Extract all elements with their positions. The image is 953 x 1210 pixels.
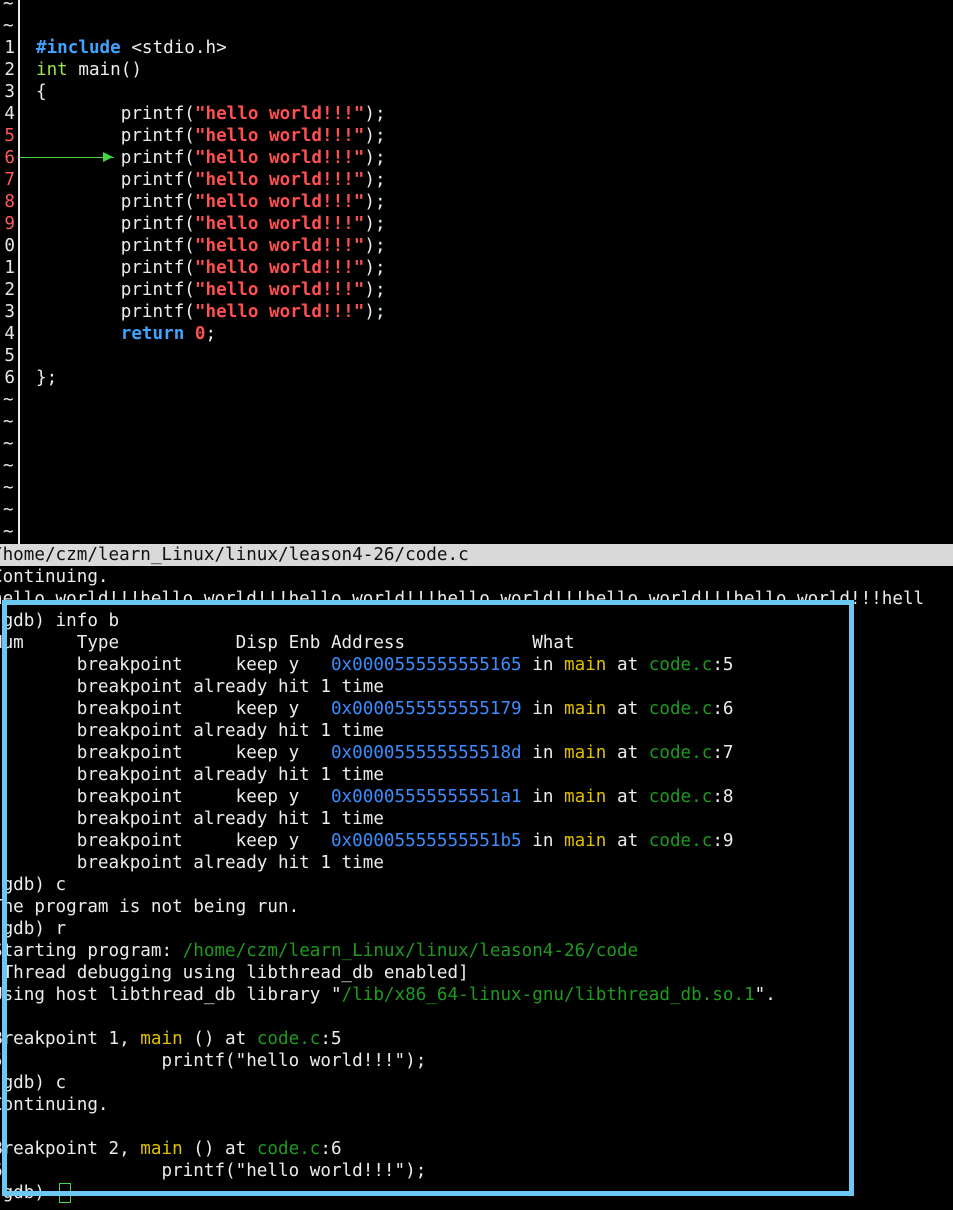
source-status-bar: /home/czm/learn_Linux/linux/leason4-26/c… xyxy=(0,544,953,566)
highlight-frame xyxy=(2,600,854,1196)
line-number-breakpoint: 7 xyxy=(4,170,15,190)
token-text: ); xyxy=(364,104,386,124)
token-str: "hello world!!!" xyxy=(194,126,365,146)
token-text: printf( xyxy=(36,258,195,278)
code-line: printf("hello world!!!"); xyxy=(36,169,386,191)
token-text: printf( xyxy=(36,214,195,234)
line-number: 5 xyxy=(4,346,15,366)
line-number: 2 xyxy=(4,60,15,80)
token-num: 0 xyxy=(194,324,206,344)
token-str: "hello world!!!" xyxy=(194,236,365,256)
token-text: printf( xyxy=(36,192,195,212)
code-line: printf("hello world!!!"); xyxy=(36,125,386,147)
token-text: main() xyxy=(67,60,142,80)
code-line: printf("hello world!!!"); xyxy=(36,301,386,323)
line-number-breakpoint: 9 xyxy=(4,214,15,234)
token-str: "hello world!!!" xyxy=(194,148,365,168)
token-text: ); xyxy=(364,170,386,190)
token-str: "hello world!!!" xyxy=(194,214,365,234)
token-text: ); xyxy=(364,280,386,300)
token-text: printf( xyxy=(36,280,195,300)
token-text: printf( xyxy=(36,104,195,124)
token-kw-type: int xyxy=(36,60,68,80)
token-text: ); xyxy=(364,236,386,256)
line-number: 6 xyxy=(4,368,15,388)
token-str: "hello world!!!" xyxy=(194,192,365,212)
line-number-breakpoint: 6 xyxy=(4,148,15,168)
token-text: ); xyxy=(364,302,386,322)
empty-line-tilde: ~ xyxy=(3,478,14,498)
token-kw-ret: return xyxy=(120,324,185,344)
empty-line-tilde: ~ xyxy=(3,500,14,520)
code-line: printf("hello world!!!"); xyxy=(36,279,386,301)
code-line: return 0; xyxy=(36,323,216,345)
line-number-breakpoint: 8 xyxy=(4,192,15,212)
empty-line-tilde: ~ xyxy=(3,456,14,476)
code-line: { xyxy=(36,81,47,103)
line-number: 0 xyxy=(4,236,15,256)
source-pane: ~ ~1 #include <stdio.h> 2 int main() 3{4 prin… xyxy=(0,0,953,544)
line-number: 3 xyxy=(4,302,15,322)
token-text: ; xyxy=(205,324,217,344)
line-number: 3 xyxy=(4,82,15,102)
empty-line-tilde: ~ xyxy=(3,412,14,432)
token-str: "hello world!!!" xyxy=(194,170,365,190)
token-str: "hello world!!!" xyxy=(194,302,365,322)
empty-line-tilde: ~ xyxy=(3,390,14,410)
token-text: ); xyxy=(364,192,386,212)
empty-line-tilde: ~ xyxy=(3,0,14,14)
line-number: 2 xyxy=(4,280,15,300)
token-text: ); xyxy=(364,214,386,234)
current-line-arrow xyxy=(20,157,114,158)
line-number: 4 xyxy=(4,104,15,124)
code-line: printf("hello world!!!"); xyxy=(36,213,386,235)
line-number: 1 xyxy=(4,38,15,58)
token-text: <stdio.h> xyxy=(120,38,227,58)
current-line-arrow-head xyxy=(103,152,113,162)
empty-line-tilde: ~ xyxy=(3,434,14,454)
token-text: printf( xyxy=(36,236,195,256)
code-line: printf("hello world!!!"); xyxy=(36,257,386,279)
token-text: printf( xyxy=(36,170,195,190)
token-text: ); xyxy=(364,258,386,278)
token-text: { xyxy=(36,82,47,102)
token-text: }; xyxy=(36,368,58,388)
token-str: "hello world!!!" xyxy=(194,280,365,300)
empty-line-tilde: ~ xyxy=(3,522,14,542)
code-line: printf("hello world!!!"); xyxy=(36,235,386,257)
token-str: "hello world!!!" xyxy=(194,104,365,124)
line-number-breakpoint: 5 xyxy=(4,126,15,146)
code-line: }; xyxy=(36,367,57,389)
token-text: ); xyxy=(364,126,386,146)
empty-line-tilde: ~ xyxy=(3,16,14,36)
code-line: printf("hello world!!!"); xyxy=(36,191,386,213)
console-text: Continuing. xyxy=(0,567,109,587)
token-text: printf( xyxy=(36,302,195,322)
token-text: printf( xyxy=(36,126,195,146)
code-line: printf("hello world!!!"); xyxy=(36,103,386,125)
gutter-divider xyxy=(18,0,20,544)
line-number: 1 xyxy=(4,258,15,278)
console-line: Continuing. xyxy=(0,566,109,588)
line-number: 4 xyxy=(4,324,15,344)
token-text: ); xyxy=(364,148,386,168)
code-line: int main() xyxy=(36,59,142,81)
token-str: "hello world!!!" xyxy=(194,258,365,278)
code-line: printf("hello world!!!"); xyxy=(36,147,386,169)
token-kw-pre: #include xyxy=(36,38,121,58)
code-line: #include <stdio.h> xyxy=(36,37,227,59)
token-text: printf( xyxy=(36,148,195,168)
